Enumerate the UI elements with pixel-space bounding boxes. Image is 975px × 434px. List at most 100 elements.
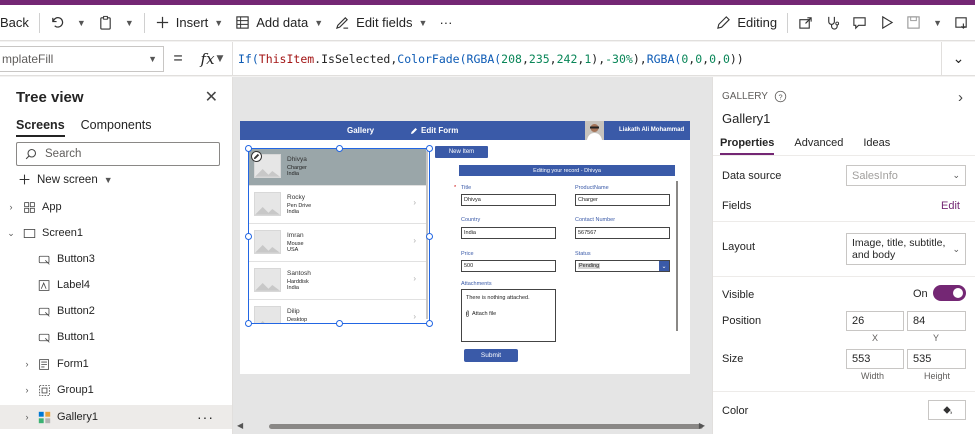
share-button[interactable] [792, 5, 819, 40]
edit-form-nav[interactable]: Edit Form [410, 126, 458, 135]
country-input[interactable]: India [461, 227, 556, 239]
tab-ideas[interactable]: Ideas [863, 137, 890, 155]
x-label: X [872, 333, 879, 343]
tree-node-button2[interactable]: Button2 [0, 299, 232, 323]
visible-toggle[interactable] [933, 285, 966, 301]
chevron-down-icon: ⌄ [952, 170, 960, 180]
attachments-box[interactable]: There is nothing attached. Attach file [461, 289, 556, 342]
more-commands-button[interactable]: ··· [433, 5, 458, 40]
search-icon [25, 148, 37, 160]
save-menu-button[interactable]: ▼ [927, 5, 948, 40]
attach-file-link[interactable]: Attach file [465, 310, 496, 317]
chevron-right-icon: › [25, 412, 29, 422]
close-icon[interactable]: ✕ [205, 87, 218, 107]
new-screen-button[interactable]: New screen ▼ [18, 173, 113, 186]
save-icon [907, 16, 920, 29]
tree-node-form1[interactable]: › Form1 [0, 352, 232, 376]
tab-components[interactable]: Components [81, 118, 152, 137]
formula-input[interactable]: If(ThisItem. IsSelected, ColorFade(RGBA(2… [232, 42, 941, 75]
properties-panel: GALLERY ? Gallery1 › Properties Advanced… [712, 77, 975, 434]
gallery-item[interactable]: Rocky Pen Drive India › [248, 186, 426, 224]
gallery-item[interactable]: Dilip Desktop › [248, 300, 426, 324]
chevron-down-icon: ⌄ [659, 261, 669, 271]
pencil-icon [717, 16, 731, 29]
scroll-right-icon[interactable]: ▶ [699, 421, 705, 430]
submit-button[interactable]: Submit [464, 349, 518, 362]
gallery-nav-label[interactable]: Gallery [347, 126, 374, 135]
tab-advanced[interactable]: Advanced [794, 137, 843, 155]
stethoscope-icon [828, 16, 840, 30]
pencil-icon [411, 127, 417, 134]
more-options-icon[interactable]: ··· [197, 409, 214, 425]
position-y-input[interactable]: 84 [907, 311, 966, 331]
back-button[interactable]: Back [0, 5, 35, 40]
add-data-button[interactable]: Add data ▼ [229, 5, 329, 40]
gallery-control-icon [37, 410, 51, 424]
chevron-down-icon: ▼ [418, 17, 428, 28]
paint-bucket-icon [943, 406, 952, 415]
tree-node-button3[interactable]: Button3 [0, 247, 232, 271]
new-item-button[interactable]: New Item [435, 146, 488, 158]
chevron-right-icon[interactable]: › [958, 89, 963, 106]
title-input[interactable]: Dhivya [461, 194, 556, 206]
visible-state: On [913, 288, 928, 300]
attachments-empty-text: There is nothing attached. [466, 295, 530, 301]
comments-button[interactable] [846, 5, 873, 40]
chevron-down-icon: ▼ [124, 17, 134, 28]
tree-search-input[interactable]: Search [16, 142, 220, 166]
plus-icon [156, 16, 168, 29]
tree-node-app[interactable]: › App [0, 195, 232, 219]
insert-button[interactable]: Insert ▼ [149, 5, 229, 40]
gallery-item[interactable]: Santosh Harddisk India › [248, 262, 426, 300]
gallery[interactable]: Dhivya Charger India Rocky Pen Drive Ind… [248, 148, 430, 324]
preview-button[interactable] [873, 5, 900, 40]
canvas-horizontal-scrollbar[interactable]: ◀ ▶ [233, 420, 712, 434]
layout-dropdown[interactable]: Image, title, subtitle, and body ⌄ [846, 233, 966, 265]
size-width-input[interactable]: 553 [846, 349, 904, 369]
app-checker-button[interactable] [819, 5, 846, 40]
gallery-item[interactable]: Dhivya Charger India [248, 148, 426, 186]
size-height-input[interactable]: 535 [907, 349, 966, 369]
undo-menu-button[interactable]: ▼ [71, 5, 92, 40]
tab-screens[interactable]: Screens [16, 118, 65, 137]
tree-node-button1[interactable]: Button1 [0, 325, 232, 349]
tree-node-label4[interactable]: Label4 [0, 273, 232, 297]
tree-node-screen1[interactable]: ⌄ Screen1 [0, 221, 232, 245]
control-name[interactable]: Gallery1 [722, 111, 770, 126]
color-picker[interactable] [928, 400, 966, 420]
user-name: Liakath Ali Mohammad [619, 127, 685, 133]
scroll-thumb[interactable] [269, 424, 703, 429]
data-source-dropdown[interactable]: SalesInfo ⌄ [846, 165, 966, 186]
paste-button[interactable] [92, 5, 119, 40]
paste-menu-button[interactable]: ▼ [119, 5, 140, 40]
chevron-down-icon: ▼ [148, 53, 157, 64]
tree-node-gallery1[interactable]: › Gallery1 ··· [0, 405, 232, 429]
button-control-icon [37, 304, 51, 318]
property-dropdown[interactable]: mplateFill ▼ [0, 45, 164, 72]
chevron-down-icon: ⌄ [952, 243, 960, 254]
tree-node-group1[interactable]: › Group1 [0, 378, 232, 402]
gallery-item[interactable]: Imran Mouse USA › [248, 224, 426, 262]
editing-mode-button[interactable]: Editing [710, 5, 783, 40]
plus-icon [19, 174, 30, 185]
status-label: Status [575, 251, 591, 257]
fields-edit-link[interactable]: Edit [941, 200, 960, 212]
position-x-input[interactable]: 26 [846, 311, 904, 331]
undo-button[interactable] [44, 5, 71, 40]
publish-button[interactable] [948, 5, 975, 40]
price-input[interactable]: 500 [461, 260, 556, 272]
status-dropdown[interactable]: Pending ⌄ [575, 260, 670, 272]
save-button[interactable] [900, 5, 927, 40]
app-screen-preview: Gallery Edit Form Liakath Ali Mohammad D… [240, 121, 690, 374]
function-menu-button[interactable]: fx ▼ [192, 50, 232, 68]
scroll-left-icon[interactable]: ◀ [237, 421, 243, 430]
gallery-scrollbar[interactable] [426, 151, 428, 319]
edit-template-icon[interactable] [251, 151, 262, 162]
tab-properties[interactable]: Properties [720, 137, 775, 155]
product-input[interactable]: Charger [575, 194, 670, 206]
contact-input[interactable]: 567567 [575, 227, 670, 239]
help-icon[interactable]: ? [774, 90, 787, 103]
expand-formula-button[interactable]: ⌄ [941, 42, 975, 75]
form-scrollbar[interactable] [676, 181, 678, 331]
edit-fields-button[interactable]: Edit fields ▼ [329, 5, 433, 40]
